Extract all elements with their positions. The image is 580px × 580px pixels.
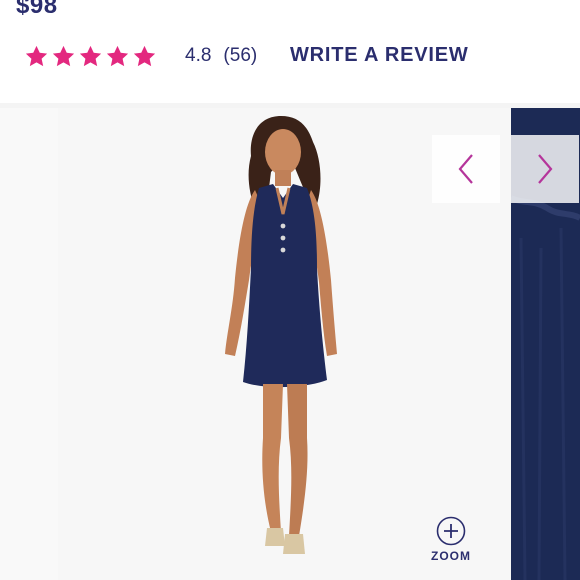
review-count[interactable]: (56) [223,45,257,67]
previous-slide-peek[interactable] [0,108,58,580]
star-icon [52,45,75,66]
zoom-button[interactable]: ZOOM [428,516,474,563]
image-carousel[interactable]: ZOOM [0,108,580,580]
write-review-link[interactable]: WRITE A REVIEW [290,44,469,67]
model-photo [95,108,475,580]
product-price: $98 [16,0,58,19]
star-icon [106,45,129,66]
rating-row: 4.8 (56) [24,40,257,72]
star-icon [25,45,48,66]
chevron-right-icon [538,154,553,184]
rating-stars[interactable] [24,44,157,69]
star-icon [133,45,156,66]
star-icon [79,45,102,66]
zoom-label: ZOOM [431,549,471,563]
rating-score: 4.8 [185,45,212,66]
next-image-button[interactable] [511,135,579,203]
product-image[interactable] [95,108,475,580]
previous-image-button[interactable] [432,135,500,203]
chevron-left-icon [458,154,473,184]
zoom-plus-icon [436,516,466,546]
